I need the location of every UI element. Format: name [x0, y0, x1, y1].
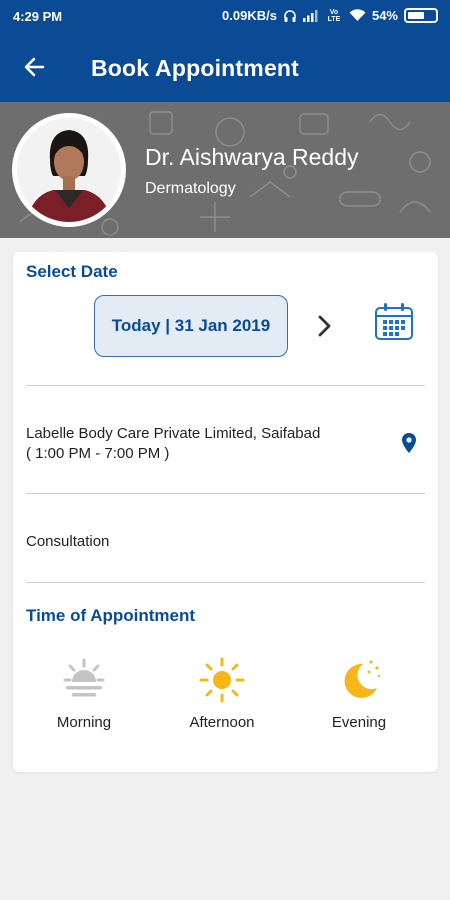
calendar-icon[interactable]: [374, 302, 414, 342]
divider: [26, 385, 425, 386]
volte-icon: Vo LTE: [327, 8, 341, 23]
moon-icon: [344, 660, 381, 698]
network-speed: 0.09KB/s: [222, 8, 277, 23]
clinic-hours: ( 1:00 PM - 7:00 PM ): [26, 445, 170, 462]
headphones-icon: [283, 9, 297, 23]
clinic-name: Labelle Body Care Private Limited, Saifa…: [26, 425, 321, 442]
app-bar: Book Appointment: [0, 34, 450, 102]
divider: [26, 582, 425, 583]
chevron-right-icon[interactable]: [313, 313, 337, 339]
arrow-left-icon[interactable]: [20, 52, 50, 82]
battery-icon: [404, 8, 438, 23]
slot-morning[interactable]: Morning: [29, 656, 139, 731]
slot-afternoon[interactable]: Afternoon: [167, 656, 277, 731]
sunrise-icon: [63, 658, 105, 697]
consultation-type[interactable]: Consultation: [26, 533, 109, 550]
map-pin-icon[interactable]: [401, 432, 417, 454]
battery-level: 54%: [371, 8, 398, 23]
select-date-heading: Select Date: [26, 262, 118, 281]
slot-label: Evening: [331, 714, 387, 731]
date-selector-button[interactable]: Today | 31 Jan 2019: [94, 295, 288, 357]
status-icons: 0.09KB/s Vo LTE 54%: [222, 8, 438, 23]
divider: [26, 493, 425, 494]
clinic-info[interactable]: Labelle Body Care Private Limited, Saifa…: [26, 424, 376, 464]
slot-evening[interactable]: Evening: [304, 656, 414, 731]
slot-label: Morning: [56, 714, 112, 731]
appointment-card: Select Date Today | 31 Jan 2019 Labelle …: [13, 252, 438, 772]
doctor-profile-header: Dr. Aishwarya Reddy Dermatology: [0, 102, 450, 238]
time-of-appointment-heading: Time of Appointment: [26, 606, 196, 625]
signal-icon: [302, 9, 319, 22]
sun-icon: [199, 657, 245, 703]
wifi-icon: [349, 9, 366, 22]
slot-label: Afternoon: [189, 714, 255, 731]
status-bar: 4:29 PM 0.09KB/s Vo LTE 54%: [0, 0, 450, 34]
page-title: Book Appointment: [91, 55, 300, 81]
doctor-name: Dr. Aishwarya Reddy: [145, 144, 359, 170]
doctor-specialty: Dermatology: [145, 180, 236, 197]
doctor-avatar: [12, 113, 126, 227]
status-time: 4:29 PM: [13, 9, 63, 24]
